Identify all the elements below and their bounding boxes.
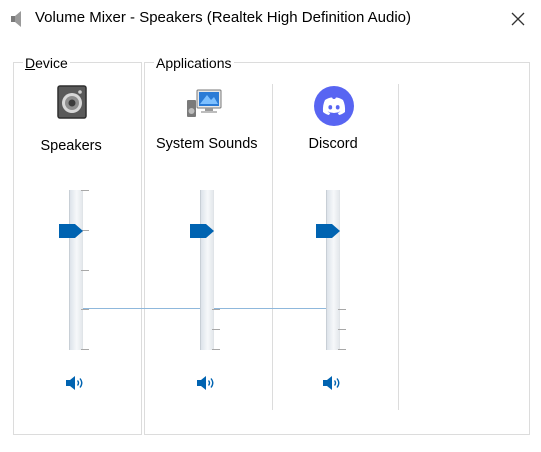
column-label-discord: Discord	[308, 136, 358, 152]
slider-tick	[81, 309, 89, 310]
discord-volume-slider[interactable]	[316, 190, 346, 350]
system-sounds-icon[interactable]	[187, 86, 227, 120]
applications-group-label: Applications	[154, 55, 234, 71]
slider-track	[200, 190, 214, 350]
slider-thumb[interactable]	[188, 223, 216, 239]
slider-tick	[338, 309, 346, 310]
discord-mute-button[interactable]	[322, 374, 344, 392]
volume-icon	[197, 376, 214, 390]
system-sounds-mute-button[interactable]	[196, 374, 218, 392]
slider-tick	[81, 190, 89, 191]
speakers-mute-button[interactable]	[65, 374, 87, 392]
slider-thumb[interactable]	[57, 223, 85, 239]
close-icon	[511, 12, 525, 26]
volume-icon	[66, 376, 83, 390]
slider-tick	[212, 309, 220, 310]
speaker-device-icon[interactable]	[56, 84, 90, 120]
close-button[interactable]	[495, 0, 541, 38]
slider-tick	[81, 349, 89, 350]
volume-icon	[323, 376, 340, 390]
slider-tick	[338, 349, 346, 350]
slider-tick	[81, 270, 89, 271]
column-label-speakers: Speakers	[40, 138, 102, 154]
device-group-label: Device	[23, 55, 70, 71]
slider-tick	[212, 329, 220, 330]
column-divider	[398, 84, 399, 410]
slider-tick	[212, 349, 220, 350]
system-sounds-volume-slider[interactable]	[190, 190, 220, 350]
slider-track	[326, 190, 340, 350]
slider-tick	[338, 329, 346, 330]
title-bar: Volume Mixer - Speakers (Realtek High De…	[0, 0, 541, 38]
column-label-system-sounds: System Sounds	[156, 136, 258, 152]
speakers-volume-slider[interactable]	[59, 190, 89, 350]
slider-thumb[interactable]	[314, 223, 342, 239]
column-divider	[272, 84, 273, 410]
speaker-icon	[11, 11, 21, 27]
window-title: Volume Mixer - Speakers (Realtek High De…	[35, 9, 412, 26]
discord-icon[interactable]	[314, 86, 354, 126]
